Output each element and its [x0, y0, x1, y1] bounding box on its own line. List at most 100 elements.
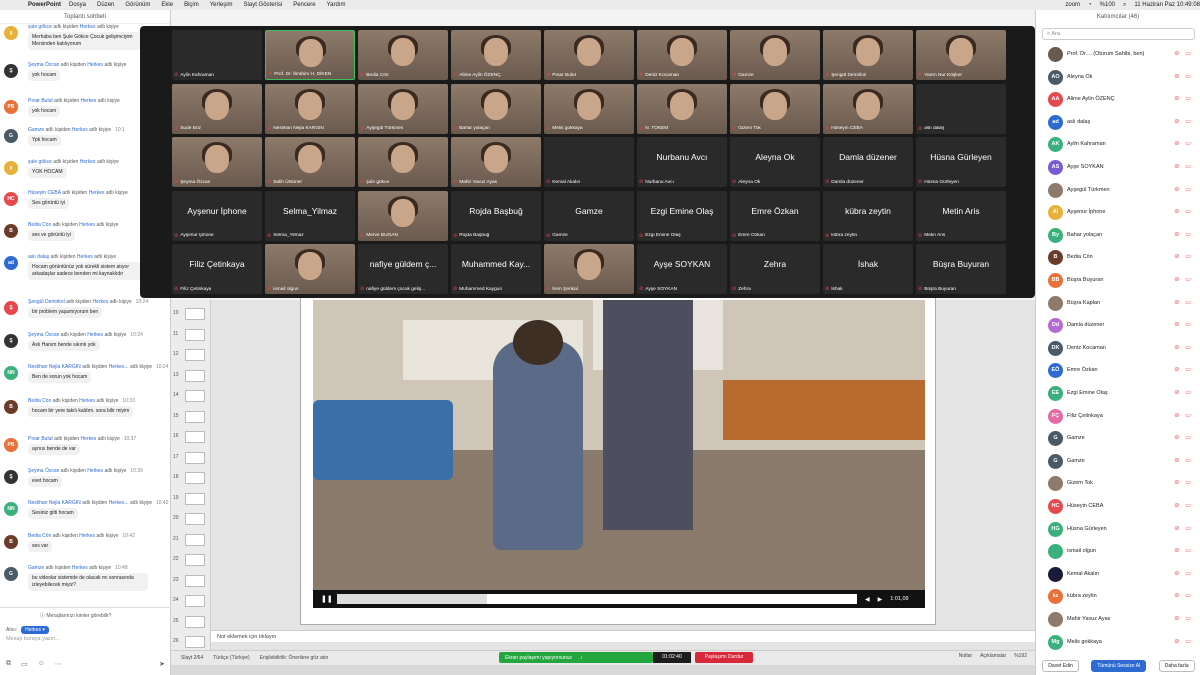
video-tile[interactable]: ⊘ Hüseyin CEBA — [823, 83, 913, 134]
recipient-name[interactable]: Herkes — [81, 98, 97, 104]
muted-mic-icon[interactable]: ⊘ — [1174, 321, 1179, 328]
clock[interactable]: 11 Haziran Paz 10:49:08 — [1134, 2, 1200, 8]
sender-name[interactable]: Bedia Cön — [28, 398, 51, 404]
slide-thumbnail[interactable] — [185, 431, 205, 443]
participant-row[interactable]: B Bedia Cön ⊘ ▭ — [1036, 247, 1200, 269]
video-off-icon[interactable]: ▭ — [1185, 50, 1191, 57]
video-tile[interactable]: ⊘ Pınar Bulut — [544, 30, 634, 80]
video-tile[interactable]: Filiz Çetinkaya ⊘ Filiz Çetinkaya — [172, 244, 262, 294]
sender-name[interactable]: Hüseyin CEBA — [28, 190, 61, 196]
video-off-icon[interactable]: ▭ — [1185, 95, 1191, 102]
video-off-icon[interactable]: ▭ — [1185, 118, 1191, 125]
slide-thumbnail[interactable] — [185, 554, 205, 566]
participant-row[interactable]: By Bahar yolaçan ⊘ ▭ — [1036, 225, 1200, 247]
video-tile[interactable]: ⊘ Bedia Cön — [358, 30, 448, 80]
video-off-icon[interactable]: ▭ — [1185, 547, 1191, 554]
slide-thumbnail[interactable] — [185, 574, 205, 587]
slide-thumbnail[interactable] — [185, 472, 205, 484]
send-icon[interactable]: ➤ — [159, 660, 165, 668]
video-tile[interactable]: Aleyna Ok ⊘ Aleyna Ok — [730, 137, 820, 187]
rewind-icon[interactable]: ◀ — [865, 596, 870, 603]
video-tile[interactable]: Rojda Başbuğ ⊘ Rojda Başbuğ — [451, 190, 541, 241]
menu-item-slideshow[interactable]: Slayt Gösterisi — [244, 2, 283, 8]
invite-button[interactable]: Davet Edin — [1042, 659, 1079, 672]
video-tile[interactable]: Ayşe SOYKAN ⊘ Ayşe SOYKAN — [637, 244, 727, 294]
recipient-name[interactable]: Herkes — [79, 222, 95, 228]
video-off-icon[interactable]: ▭ — [1185, 592, 1191, 599]
video-tile[interactable]: ⊘ Deniz Kocaman — [637, 30, 727, 80]
recipient-name[interactable]: Herkes... — [109, 500, 129, 506]
video-tile[interactable]: Nurbanu Avcı ⊘ Nurbanu Avcı — [637, 137, 727, 187]
video-tile[interactable]: ⊘ Prof. Dr. İbrahim H. DİKEN — [265, 30, 355, 80]
zoom-status[interactable]: zoom — [1065, 2, 1080, 8]
sender-name[interactable]: Şengül Demirkol — [28, 299, 65, 305]
muted-mic-icon[interactable]: ⊘ — [1174, 366, 1179, 373]
participant-row[interactable]: Prof. Dr.... (Oturum Sahibi, ben) ⊘ ▭ — [1036, 44, 1200, 66]
video-tile[interactable]: Metin Aris ⊘ Metin Aris — [916, 190, 1006, 241]
video-tile[interactable]: ⊘ Aylin Kahraman — [172, 30, 262, 80]
video-off-icon[interactable]: ▭ — [1185, 140, 1191, 147]
participant-row[interactable]: FÇ Filiz Çetinkaya ⊘ ▭ — [1036, 406, 1200, 428]
muted-mic-icon[interactable]: ⊘ — [1174, 479, 1179, 486]
menu-item-edit[interactable]: Düzen — [97, 2, 114, 8]
video-off-icon[interactable]: ▭ — [1185, 186, 1191, 193]
file-icon[interactable]: ▭ — [21, 660, 28, 668]
recipient-name[interactable]: Herkes — [87, 468, 103, 474]
participant-row[interactable]: Dd Damla düzener ⊘ ▭ — [1036, 315, 1200, 337]
video-off-icon[interactable]: ▭ — [1185, 253, 1191, 260]
language-status[interactable]: Türkçe (Türkiye) — [213, 655, 249, 661]
participant-row[interactable]: EÖ Emre Özkan ⊘ ▭ — [1036, 360, 1200, 382]
video-off-icon[interactable]: ▭ — [1185, 502, 1191, 509]
recipient-name[interactable]: Herkes — [77, 254, 93, 260]
participant-row[interactable]: EE Ezgi Emine Olaş ⊘ ▭ — [1036, 383, 1200, 405]
menu-item-view[interactable]: Görünüm — [125, 2, 150, 8]
sender-name[interactable]: Pınar Bulut — [28, 98, 53, 104]
video-tile[interactable]: ⊘ Gamze — [730, 30, 820, 80]
video-progress-remaining[interactable] — [487, 594, 857, 604]
menu-item-window[interactable]: Pencere — [293, 2, 315, 8]
slide-thumbnail[interactable] — [185, 513, 205, 525]
participant-row[interactable]: G Gamze ⊘ ▭ — [1036, 451, 1200, 473]
participant-row[interactable]: Ayşegül Türkmen ⊘ ▭ — [1036, 180, 1200, 202]
slide-thumbnail[interactable] — [185, 390, 205, 402]
muted-mic-icon[interactable]: ⊘ — [1174, 344, 1179, 351]
video-tile[interactable]: kübra zeytin ⊘ kübra zeytin — [823, 190, 913, 241]
video-off-icon[interactable]: ▭ — [1185, 525, 1191, 532]
slide-thumbnail[interactable] — [185, 636, 205, 648]
muted-mic-icon[interactable]: ⊘ — [1174, 276, 1179, 283]
muted-mic-icon[interactable]: ⊘ — [1174, 592, 1179, 599]
forward-icon[interactable]: ▶ — [878, 596, 883, 603]
participant-row[interactable]: AK Aylin Kahraman ⊘ ▭ — [1036, 134, 1200, 156]
notes-pane[interactable]: Not eklemek için tıklayın — [211, 630, 1035, 642]
recipient-name[interactable]: Herkes — [92, 299, 108, 305]
slide-thumbnail[interactable] — [185, 451, 205, 464]
muted-mic-icon[interactable]: ⊘ — [1174, 638, 1179, 645]
video-off-icon[interactable]: ▭ — [1185, 299, 1191, 306]
sender-name[interactable]: şule gökce — [28, 159, 52, 165]
video-tile[interactable]: ⊘ Gizem Tok — [730, 83, 820, 134]
video-tile[interactable]: ⊘ şule gökce — [358, 137, 448, 187]
menu-item-format[interactable]: Biçim — [184, 2, 199, 8]
slide-thumbnails[interactable]: 10 11 12 13 14 15 16 17 18 19 20 21 22 23 24 25 26 — [171, 300, 211, 655]
participant-row[interactable]: Büşra Kaplan ⊘ ▭ — [1036, 293, 1200, 315]
video-off-icon[interactable]: ▭ — [1185, 638, 1191, 645]
muted-mic-icon[interactable]: ⊘ — [1174, 118, 1179, 125]
muted-mic-icon[interactable]: ⊘ — [1174, 95, 1179, 102]
participant-row[interactable]: Mg Melis gokkaya ⊘ ▭ — [1036, 632, 1200, 654]
video-off-icon[interactable]: ▭ — [1185, 615, 1191, 622]
app-name[interactable]: PowerPoint — [28, 2, 61, 8]
sender-name[interactable]: şule gökce — [28, 24, 52, 30]
screenshot-icon[interactable]: ⧉ — [6, 660, 11, 668]
video-tile[interactable]: ⊘ Neslihan Nejla KARGIN — [265, 83, 355, 134]
muted-mic-icon[interactable]: ⊘ — [1174, 208, 1179, 215]
muted-mic-icon[interactable]: ⊘ — [1174, 389, 1179, 396]
video-tile[interactable]: ⊘ Melis gokkaya — [544, 83, 634, 134]
participant-row[interactable]: AA Alime Aylin ÖZENÇ ⊘ ▭ — [1036, 89, 1200, 111]
mute-all-button[interactable]: Tümünü Sessize Al — [1091, 659, 1147, 672]
recipient-name[interactable]: Herkes — [81, 436, 97, 442]
muted-mic-icon[interactable]: ⊘ — [1174, 525, 1179, 532]
slide-thumbnail[interactable] — [185, 349, 205, 361]
slide-thumbnail[interactable] — [185, 595, 205, 607]
slide-thumbnail[interactable] — [185, 492, 205, 505]
recipient-name[interactable]: Herkes — [79, 398, 95, 404]
